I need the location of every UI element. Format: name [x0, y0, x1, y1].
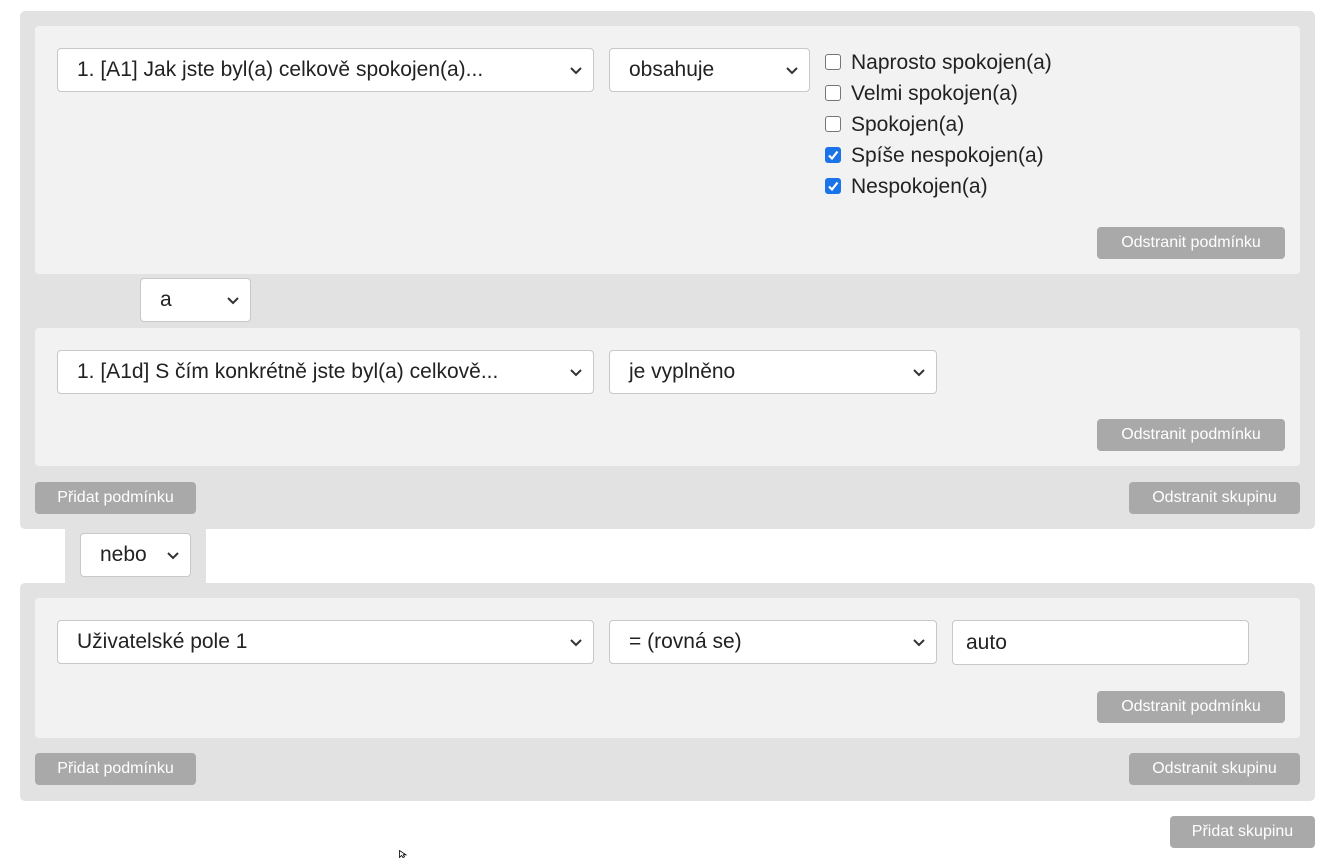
- option-label: Spíše nespokojen(a): [851, 144, 1044, 167]
- add-condition-button[interactable]: Přidat podmínku: [35, 482, 196, 514]
- checkbox[interactable]: [825, 116, 841, 132]
- chevron-down-icon: [570, 67, 582, 75]
- operator-select-value: obsahuje: [629, 58, 715, 81]
- operator-select[interactable]: je vyplněno: [609, 350, 937, 394]
- field-select-value: 1. [A1d] S čím konkrétně jste byl(a) cel…: [77, 360, 499, 383]
- value-text: auto: [966, 631, 1007, 654]
- checkbox-checked[interactable]: [825, 178, 841, 194]
- chevron-down-icon: [227, 297, 239, 305]
- chevron-down-icon: [913, 639, 925, 647]
- field-select[interactable]: 1. [A1] Jak jste byl(a) celkově spokojen…: [57, 48, 594, 92]
- option-label: Spokojen(a): [851, 113, 965, 136]
- option-label: Naprosto spokojen(a): [851, 51, 1052, 74]
- remove-group-button[interactable]: Odstranit skupinu: [1129, 753, 1300, 785]
- option-label: Velmi spokojen(a): [851, 82, 1018, 105]
- remove-group-button[interactable]: Odstranit skupinu: [1129, 482, 1300, 514]
- group-connector-select[interactable]: nebo: [80, 533, 191, 577]
- add-condition-button[interactable]: Přidat podmínku: [35, 753, 196, 785]
- chevron-down-icon: [167, 552, 179, 560]
- field-select-value: 1. [A1] Jak jste byl(a) celkově spokojen…: [77, 58, 484, 81]
- checkbox[interactable]: [825, 54, 841, 70]
- checkmark-icon: [828, 150, 839, 161]
- chevron-down-icon: [570, 369, 582, 377]
- checkbox-checked[interactable]: [825, 147, 841, 163]
- operator-select-value: = (rovná se): [629, 630, 742, 653]
- field-select-value: Uživatelské pole 1: [77, 630, 248, 653]
- chevron-down-icon: [570, 639, 582, 647]
- chevron-down-icon: [786, 67, 798, 75]
- chevron-down-icon: [913, 369, 925, 377]
- connector-select-value: nebo: [100, 543, 147, 566]
- checkbox[interactable]: [825, 85, 841, 101]
- operator-select-value: je vyplněno: [629, 360, 736, 383]
- mouse-pointer-icon: [399, 850, 408, 858]
- operator-select[interactable]: obsahuje: [609, 48, 810, 92]
- operator-select[interactable]: = (rovná se): [609, 620, 937, 664]
- remove-condition-button[interactable]: Odstranit podmínku: [1097, 691, 1285, 723]
- connector-select-value: a: [160, 288, 172, 311]
- condition-connector-select[interactable]: a: [140, 278, 251, 322]
- remove-condition-button[interactable]: Odstranit podmínku: [1097, 227, 1285, 259]
- checkmark-icon: [828, 181, 839, 192]
- remove-condition-button[interactable]: Odstranit podmínku: [1097, 419, 1285, 451]
- value-text-input[interactable]: auto: [952, 620, 1249, 665]
- field-select[interactable]: Uživatelské pole 1: [57, 620, 594, 664]
- option-label: Nespokojen(a): [851, 175, 988, 198]
- add-group-button[interactable]: Přidat skupinu: [1170, 816, 1315, 848]
- field-select[interactable]: 1. [A1d] S čím konkrétně jste byl(a) cel…: [57, 350, 594, 394]
